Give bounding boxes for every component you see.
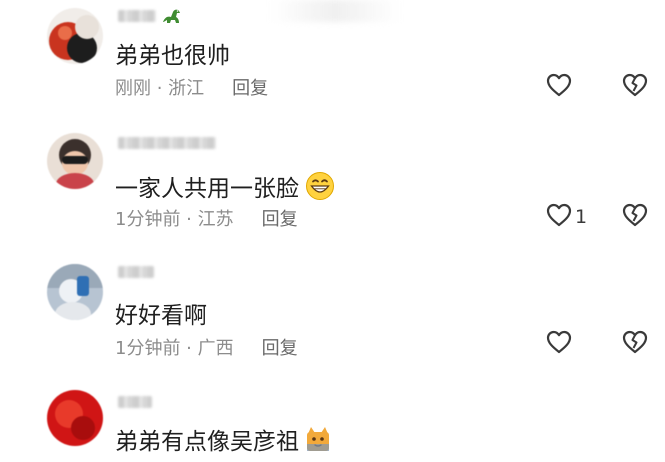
username-blurred	[118, 396, 152, 408]
comment-actions	[545, 329, 655, 359]
dislike-button[interactable]	[621, 72, 649, 102]
like-count: 1	[575, 206, 588, 228]
broken-heart-icon	[621, 202, 649, 232]
comment-text-content: 好好看啊	[115, 303, 207, 329]
broken-heart-icon	[621, 329, 649, 359]
username[interactable]	[118, 135, 216, 151]
comment-item: 弟弟有点像吴彦祖	[0, 384, 665, 462]
username-blurred	[118, 137, 216, 149]
reply-button[interactable]: 回复	[262, 334, 298, 360]
heart-icon	[545, 72, 573, 102]
comment-text: 好好看啊	[115, 296, 207, 330]
comment-text-content: 一家人共用一张脸	[115, 176, 299, 202]
comment-item: 好好看啊 1分钟前 · 广西 回复	[0, 256, 665, 381]
avatar[interactable]	[47, 264, 103, 320]
username[interactable]	[118, 394, 152, 410]
comment-item: 弟弟也很帅 刚刚 · 浙江 回复	[0, 0, 665, 115]
dinosaur-icon	[161, 7, 183, 25]
time-location: 刚刚 · 浙江	[115, 78, 205, 99]
username-blurred	[118, 10, 156, 22]
avatar[interactable]	[47, 390, 103, 446]
comment-text-content: 弟弟也很帅	[115, 43, 230, 69]
comment-actions: 1	[545, 202, 655, 232]
comment-list-screen: 弟弟也很帅 刚刚 · 浙江 回复 一家人共用一张脸 1分钟前 · 江苏 回复 1…	[0, 0, 665, 462]
grinning-face-icon	[305, 171, 335, 201]
dislike-button[interactable]	[621, 329, 649, 359]
time-location: 1分钟前 · 广西	[115, 338, 234, 359]
comment-item: 一家人共用一张脸 1分钟前 · 江苏 回复 1	[0, 125, 665, 250]
avatar[interactable]	[47, 8, 103, 64]
heart-icon	[545, 202, 573, 232]
time-location: 1分钟前 · 江苏	[115, 209, 234, 230]
comment-text: 弟弟也很帅	[115, 36, 230, 70]
username-blurred	[118, 266, 154, 278]
comment-meta: 1分钟前 · 广西 回复	[115, 334, 298, 360]
comment-meta: 刚刚 · 浙江 回复	[115, 74, 268, 100]
cat-icon	[305, 426, 331, 452]
like-button[interactable]: 1	[545, 202, 587, 232]
comment-text-content: 弟弟有点像吴彦祖	[115, 429, 299, 455]
comment-text: 弟弟有点像吴彦祖	[115, 422, 331, 456]
dislike-button[interactable]	[621, 202, 649, 232]
comment-actions	[545, 72, 655, 102]
comment-meta: 1分钟前 · 江苏 回复	[115, 205, 298, 231]
comment-text: 一家人共用一张脸	[115, 169, 335, 203]
reply-button[interactable]: 回复	[232, 74, 268, 100]
username[interactable]	[118, 264, 154, 280]
avatar[interactable]	[47, 133, 103, 189]
broken-heart-icon	[621, 72, 649, 102]
username[interactable]	[118, 8, 183, 24]
reply-button[interactable]: 回复	[262, 205, 298, 231]
like-button[interactable]	[545, 72, 575, 102]
like-button[interactable]	[545, 329, 575, 359]
heart-icon	[545, 329, 573, 359]
